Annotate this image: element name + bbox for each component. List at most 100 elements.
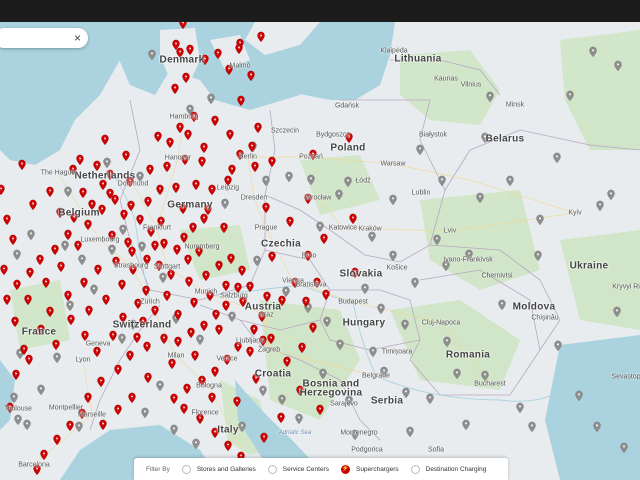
city-label: Hamburg — [169, 113, 199, 121]
city-label: Timișoara — [381, 348, 413, 356]
filter-by-label: Filter By — [146, 465, 170, 473]
country-label: Romania — [445, 349, 491, 361]
city-label: Montenegro — [340, 429, 378, 437]
country-label: Denmark — [159, 54, 205, 66]
city-label: Wrocław — [304, 194, 332, 202]
city-label: Strasbourg — [113, 262, 149, 270]
city-label: Cluj-Napoca — [421, 319, 461, 327]
country-label: Croatia — [254, 368, 292, 380]
city-label: Szczecin — [270, 127, 300, 135]
service-radio-icon — [267, 464, 277, 474]
city-label: Milan — [167, 352, 185, 360]
city-label: Adriatic Sea — [278, 430, 312, 436]
city-label: Toulouse — [3, 405, 33, 413]
country-label: Slovakia — [339, 268, 383, 280]
country-label: Ukraine — [569, 260, 609, 272]
city-label: Ljubljana — [235, 337, 265, 345]
country-label: Lithuania — [394, 53, 442, 65]
city-label: Malmö — [229, 62, 251, 70]
destination-radio-icon — [410, 464, 420, 474]
city-label: Podgorica — [351, 446, 383, 454]
city-label: Barcelona — [18, 461, 50, 469]
close-icon[interactable]: × — [74, 31, 81, 45]
country-label: Belgium — [58, 207, 100, 219]
city-label: Marseille — [77, 411, 107, 419]
city-label: Graz — [258, 311, 274, 319]
city-label: Montpellier — [48, 404, 84, 412]
city-label: Minsk — [505, 101, 525, 109]
country-label: Hungary — [342, 317, 386, 329]
city-label: Zagreb — [257, 346, 281, 354]
filter-option-label: Stores and Galleries — [196, 465, 256, 473]
city-label: Kraków — [358, 225, 382, 233]
city-label: Katowice — [328, 224, 358, 232]
city-label: Kryvyi Rih — [612, 283, 640, 291]
city-label: Klaipėda — [380, 47, 408, 55]
country-label: Poland — [330, 142, 366, 154]
city-label: Gdańsk — [334, 102, 360, 110]
country-label: Italy — [217, 424, 239, 436]
country-label: France — [21, 326, 57, 338]
city-label: Kaunas — [434, 75, 458, 83]
city-label: Warsaw — [380, 160, 406, 168]
city-label: Florence — [191, 409, 219, 417]
city-label: Ivano-Frankivsk — [443, 256, 493, 264]
city-label: Venice — [216, 355, 238, 363]
country-label: Belarus — [485, 133, 525, 145]
city-label: Luxembourg — [80, 236, 120, 244]
country-label: Switzerland — [112, 319, 172, 331]
city-label: Košice — [386, 264, 408, 272]
city-label: Frankfurt — [142, 224, 172, 232]
city-label: Brno — [301, 252, 317, 260]
city-label: Białystok — [418, 131, 448, 139]
black-sea — [545, 335, 640, 480]
city-label: Prague — [254, 224, 278, 232]
city-label: Budapest — [338, 298, 368, 306]
country-label: Moldova — [512, 301, 556, 313]
country-label: Czechia — [261, 238, 301, 250]
city-label: Leipzig — [216, 184, 240, 192]
country-label: Herzegovina — [299, 387, 363, 399]
search-box[interactable]: × — [0, 28, 88, 48]
filter-stores-galleries[interactable]: Stores and Galleries — [181, 464, 256, 474]
city-label: Sofia — [428, 446, 444, 454]
filter-option-label: Service Centers — [282, 465, 329, 473]
city-label: Chernivtsi — [481, 272, 513, 280]
filter-superchargers[interactable]: ⚡ Superchargers — [340, 464, 399, 474]
city-label: Dresden — [240, 194, 268, 202]
city-label: Munich — [194, 288, 218, 296]
country-label: Germany — [167, 199, 213, 211]
city-label: Dortmund — [117, 180, 149, 188]
city-label: Sevastop — [611, 373, 640, 381]
filter-option-label: Superchargers — [355, 465, 399, 473]
city-label: Poznań — [299, 153, 323, 161]
filter-option-label: Destination Charging — [425, 465, 487, 473]
city-label: Kyiv — [568, 209, 582, 217]
city-label: Stuttgart — [153, 263, 181, 271]
city-label: Zürich — [140, 298, 160, 306]
city-label: The Hague — [40, 169, 76, 177]
filter-destination-charging[interactable]: Destination Charging — [410, 464, 487, 474]
city-label: Łódź — [355, 177, 371, 185]
filter-bar: Filter By Stores and Galleries Service C… — [134, 458, 508, 480]
filter-service-centers[interactable]: Service Centers — [267, 464, 329, 474]
city-label: Lyon — [75, 356, 91, 364]
city-label: Geneva — [85, 340, 111, 348]
country-label: Serbia — [370, 395, 404, 407]
city-label: Bucharest — [474, 380, 506, 388]
city-label: Hanover — [164, 154, 192, 162]
stores-radio-icon — [181, 464, 191, 474]
city-label: Bratislava — [295, 281, 327, 289]
city-label: Lublin — [411, 189, 431, 197]
supercharger-bolt-icon: ⚡ — [340, 464, 350, 474]
city-label: Lviv — [443, 227, 457, 235]
city-label: Sarajevo — [330, 400, 358, 408]
top-bar — [0, 0, 640, 22]
city-label: Salzburg — [220, 292, 248, 300]
city-label: Bydgoszcz — [316, 131, 350, 139]
city-label: Bologna — [196, 382, 222, 390]
city-label: Chișinău — [531, 314, 559, 322]
city-label: Vilnius — [460, 81, 482, 89]
city-label: Nuremberg — [184, 243, 220, 251]
city-label: Berlin — [239, 153, 257, 161]
